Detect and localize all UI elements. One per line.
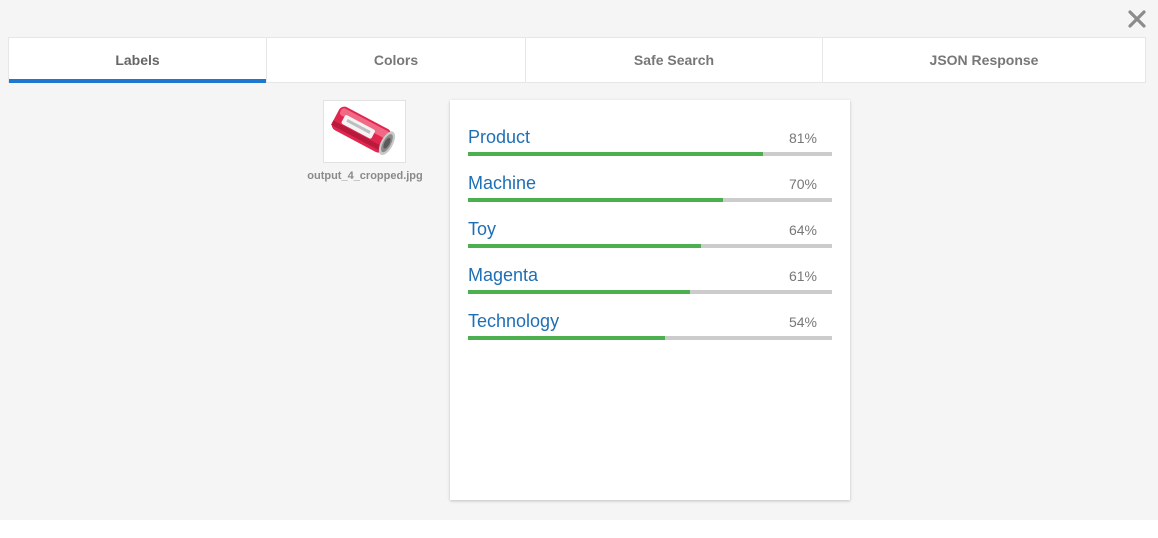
score-bar-track bbox=[468, 198, 832, 202]
label-score: 54% bbox=[788, 314, 817, 330]
image-filename: output_4_cropped.jpg bbox=[307, 170, 423, 182]
results-panel: Labels Colors Safe Search JSON Response bbox=[0, 0, 1158, 520]
score-bar-fill bbox=[468, 152, 763, 156]
label-score: 64% bbox=[788, 222, 817, 238]
label-row: Machine 70% bbox=[468, 173, 832, 213]
close-button[interactable] bbox=[1126, 8, 1148, 30]
label-row: Technology 54% bbox=[468, 311, 832, 351]
score-bar-fill bbox=[468, 198, 723, 202]
score-bar-track bbox=[468, 244, 832, 248]
label-score: 61% bbox=[788, 268, 817, 284]
label-name[interactable]: Machine bbox=[468, 173, 536, 194]
label-name[interactable]: Product bbox=[468, 127, 530, 148]
label-name[interactable]: Technology bbox=[468, 311, 559, 332]
label-row: Toy 64% bbox=[468, 219, 832, 259]
tab-colors[interactable]: Colors bbox=[266, 37, 525, 83]
label-score: 81% bbox=[788, 130, 817, 146]
score-bar-fill bbox=[468, 336, 665, 340]
score-bar-track bbox=[468, 290, 832, 294]
close-icon bbox=[1128, 10, 1146, 28]
tab-safe-search[interactable]: Safe Search bbox=[525, 37, 822, 83]
score-bar-fill bbox=[468, 244, 701, 248]
label-score: 70% bbox=[788, 176, 817, 192]
image-thumbnail[interactable] bbox=[323, 100, 406, 163]
image-preview: output_4_cropped.jpg bbox=[303, 100, 427, 182]
tab-bar: Labels Colors Safe Search JSON Response bbox=[8, 37, 1146, 83]
label-row: Product 81% bbox=[468, 127, 832, 167]
score-bar-fill bbox=[468, 290, 691, 294]
score-bar-track bbox=[468, 152, 832, 156]
score-bar-track bbox=[468, 336, 832, 340]
label-name[interactable]: Magenta bbox=[468, 265, 538, 286]
labels-card: Product 81% Machine 70% Toy 64% Magenta … bbox=[450, 100, 850, 500]
soda-can-image bbox=[324, 101, 405, 162]
label-name[interactable]: Toy bbox=[468, 219, 496, 240]
tab-json-response[interactable]: JSON Response bbox=[822, 37, 1146, 83]
tab-labels[interactable]: Labels bbox=[8, 37, 266, 83]
label-row: Magenta 61% bbox=[468, 265, 832, 305]
